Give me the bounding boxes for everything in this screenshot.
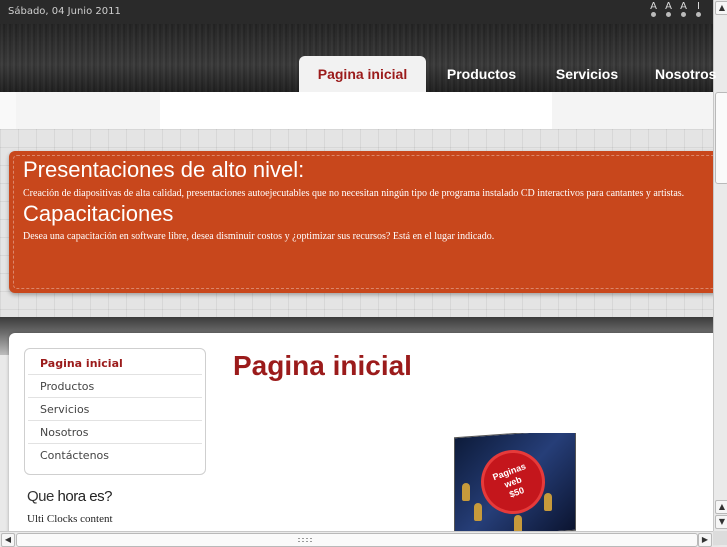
scroll-up-icon[interactable]: ▲: [715, 500, 727, 514]
scroll-up-icon[interactable]: ▲: [715, 1, 727, 15]
clock-widget-content: Ulti Clocks content: [27, 513, 113, 525]
figure-icon: [544, 493, 552, 511]
hero-banner: Presentaciones de alto nivel: Creación d…: [9, 151, 721, 293]
scroll-down-icon[interactable]: ▼: [715, 515, 727, 529]
sidebar-item-pagina-inicial[interactable]: Pagina inicial: [28, 352, 202, 375]
hero-text-capacitaciones: Desea una capacitación en software libre…: [23, 231, 495, 242]
figure-icon: [474, 503, 482, 521]
sidebar-item-label: Contáctenos: [40, 448, 109, 462]
font-size-small-button[interactable]: A: [649, 2, 658, 17]
figure-icon: [462, 483, 470, 501]
sidebar-item-nosotros[interactable]: Nosotros: [28, 421, 202, 444]
hero-heading-presentaciones: Presentaciones de alto nivel:: [23, 157, 305, 182]
clock-title-bold: hora es?: [57, 488, 113, 505]
page-title: Pagina inicial: [233, 350, 412, 381]
tab-productos[interactable]: Productos: [434, 56, 529, 92]
sidebar-item-label: Nosotros: [40, 425, 89, 439]
clock-widget-title: Que hora es?: [27, 488, 112, 505]
sidebar-item-label: Pagina inicial: [40, 356, 123, 370]
hero-heading-capacitaciones: Capacitaciones: [23, 201, 174, 226]
sidebar-item-label: Servicios: [40, 402, 90, 416]
font-size-medium-button[interactable]: A: [664, 2, 673, 17]
side-menu: Pagina inicial Productos Servicios Nosot…: [24, 348, 206, 475]
sidebar-item-label: Productos: [40, 379, 95, 393]
font-size-controls: A A A I: [649, 2, 703, 17]
sidebar-item-servicios[interactable]: Servicios: [28, 398, 202, 421]
sub-header-strip: [0, 92, 713, 129]
promo-image: Paginas web $50: [454, 433, 584, 533]
sidebar-item-contactenos[interactable]: Contáctenos: [28, 444, 202, 466]
font-size-reset-button[interactable]: I: [694, 2, 703, 17]
sidebar-item-productos[interactable]: Productos: [28, 375, 202, 398]
hero-text-presentaciones: Creación de diapositivas de alta calidad…: [23, 188, 685, 199]
grip-icon: [297, 537, 313, 543]
font-size-large-button[interactable]: A: [679, 2, 688, 17]
scrollbar-corner: [713, 531, 727, 545]
tab-servicios[interactable]: Servicios: [543, 56, 631, 92]
horizontal-scrollbar[interactable]: ◀ ▶: [0, 531, 713, 547]
main-navigation: Pagina inicial Productos Servicios Nosot…: [0, 24, 716, 92]
clock-title-light: Que: [27, 488, 54, 505]
vertical-scroll-thumb[interactable]: [715, 92, 727, 184]
current-date: Sábado, 04 Junio 2011: [8, 6, 121, 17]
tab-nosotros[interactable]: Nosotros: [646, 56, 716, 92]
tab-pagina-inicial[interactable]: Pagina inicial: [299, 56, 426, 92]
top-bar: Sábado, 04 Junio 2011 A A A I: [0, 0, 713, 25]
